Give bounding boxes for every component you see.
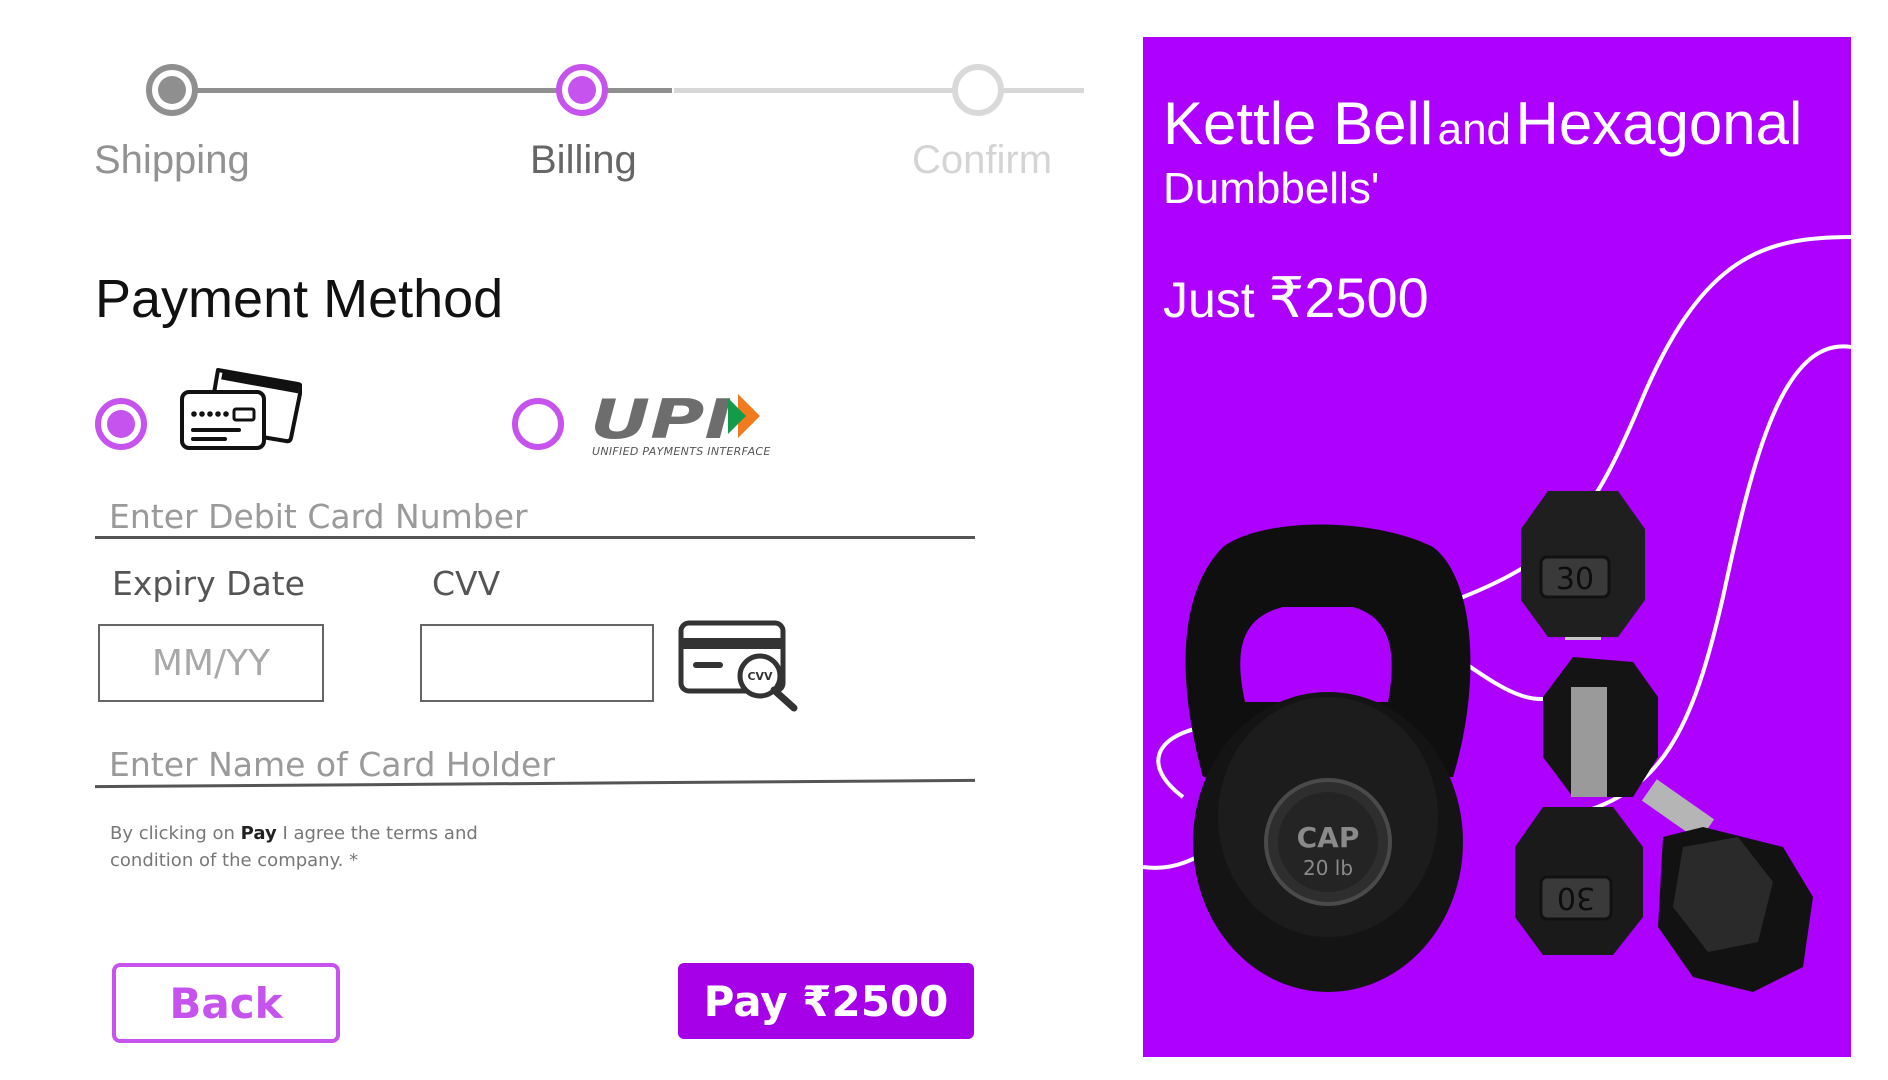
upi-logo-text: UPI bbox=[590, 390, 732, 446]
promo-banner: 30 30 CAP 20 lb Kettle Bell and Hexagona… bbox=[1143, 37, 1851, 1057]
cvv-card-magnifier-icon: CVV bbox=[678, 620, 798, 712]
terms-notice: By clicking on Pay I agree the terms and… bbox=[110, 820, 530, 874]
expiry-date-input[interactable] bbox=[98, 624, 324, 702]
pay-button[interactable]: Pay ₹2500 bbox=[678, 963, 974, 1039]
step-confirm-indicator[interactable] bbox=[952, 64, 1004, 116]
promo-title-kettlebell: Kettle Bell bbox=[1163, 90, 1434, 157]
cvv-label: CVV bbox=[432, 564, 501, 603]
expiry-date-label: Expiry Date bbox=[112, 564, 305, 603]
card-number-underline bbox=[95, 536, 975, 539]
upi-payment-radio[interactable] bbox=[512, 398, 564, 450]
promo-title-line2: Dumbbells' bbox=[1163, 164, 1380, 213]
kettlebell-brand-text: CAP bbox=[1297, 821, 1360, 854]
step-shipping-label[interactable]: Shipping bbox=[94, 138, 250, 183]
dumbbell-front-image bbox=[1641, 779, 1813, 992]
upi-subtitle: UNIFIED PAYMENTS INTERFACE bbox=[592, 445, 771, 458]
promo-title-hexagonal: Hexagonal bbox=[1515, 90, 1803, 157]
step-billing-indicator[interactable] bbox=[556, 64, 608, 116]
step-shipping-indicator[interactable] bbox=[146, 64, 198, 116]
dumbbell-weight-top: 30 bbox=[1556, 562, 1594, 597]
promo-price: Just ₹2500 bbox=[1163, 265, 1429, 331]
credit-card-icon[interactable] bbox=[178, 362, 302, 454]
cvv-input[interactable] bbox=[420, 624, 654, 702]
dumbbell-back-image: 30 30 bbox=[1515, 491, 1658, 955]
dumbbell-weight-bottom: 30 bbox=[1557, 880, 1595, 915]
checkout-stepper: Shipping Billing Confirm bbox=[94, 60, 1084, 200]
promo-title-and: and bbox=[1437, 105, 1512, 154]
promo-price-amount: ₹2500 bbox=[1268, 266, 1429, 329]
card-payment-radio[interactable] bbox=[95, 398, 147, 450]
terms-pay-keyword: Pay bbox=[240, 823, 277, 844]
upi-logo[interactable]: UPI bbox=[590, 390, 770, 446]
svg-text:CVV: CVV bbox=[747, 670, 773, 683]
step-billing-label[interactable]: Billing bbox=[530, 138, 637, 183]
payment-method-title: Payment Method bbox=[95, 269, 504, 329]
kettlebell-weight-text: 20 lb bbox=[1303, 856, 1353, 880]
promo-price-prefix: Just bbox=[1163, 272, 1255, 328]
kettlebell-image: CAP 20 lb bbox=[1185, 524, 1471, 992]
stepper-progress-line-pending bbox=[674, 88, 1084, 93]
terms-prefix: By clicking on bbox=[110, 823, 235, 844]
promo-title: Kettle Bell and Hexagonal bbox=[1163, 89, 1802, 158]
back-button[interactable]: Back bbox=[112, 963, 340, 1043]
step-confirm-label[interactable]: Confirm bbox=[912, 138, 1052, 183]
